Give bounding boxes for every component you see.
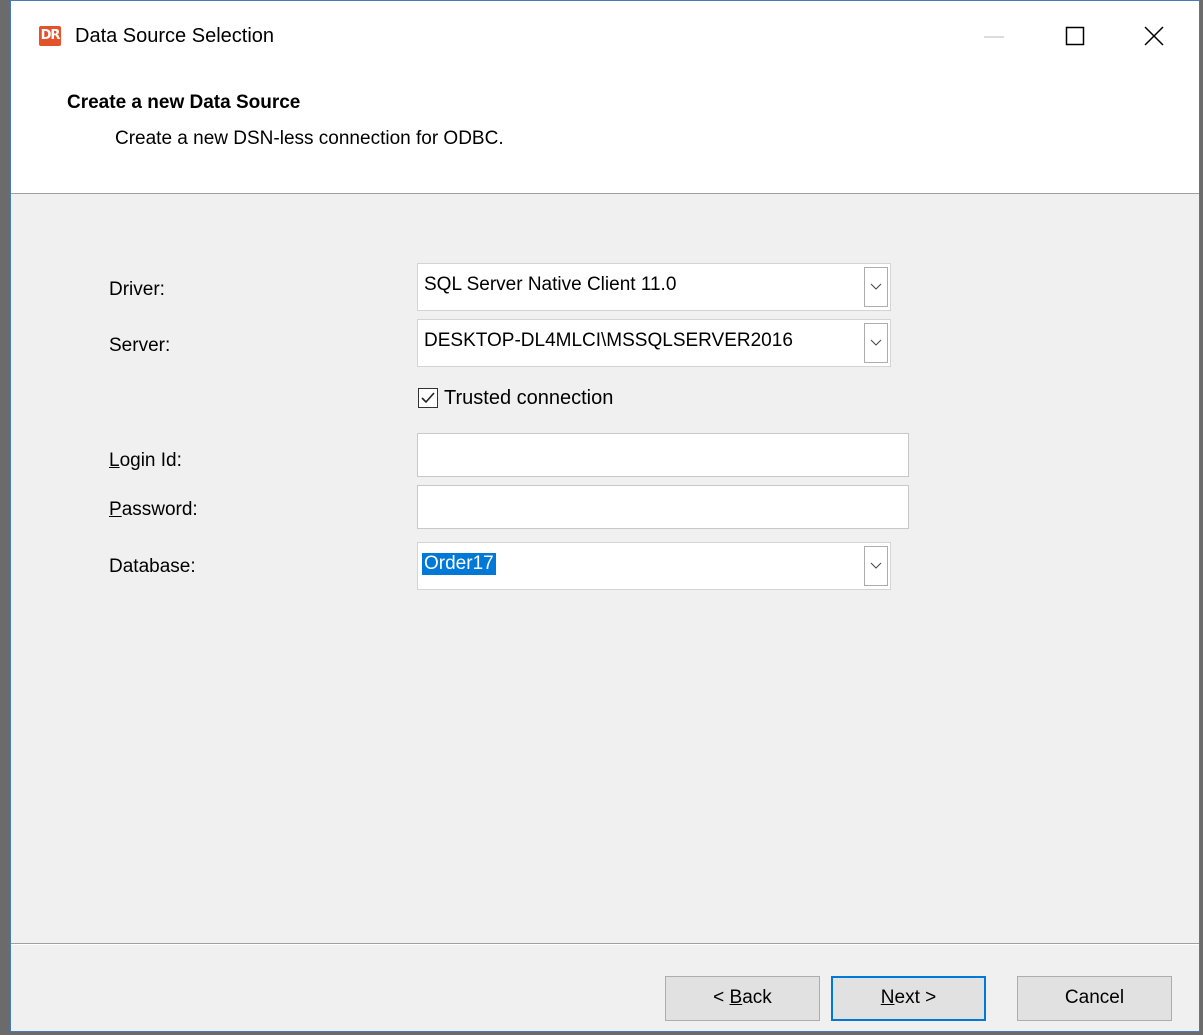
maximize-button[interactable] (1034, 1, 1114, 69)
next-button-label: ext > (894, 987, 937, 1008)
login-id-label-text: ogin Id: (119, 450, 182, 471)
driver-value: SQL Server Native Client 11.0 (424, 274, 677, 295)
chevron-down-icon (870, 562, 882, 569)
title-bar: DR Data Source Selection (11, 1, 1199, 69)
database-dropdown-button[interactable] (864, 546, 888, 586)
maximize-icon (1065, 26, 1085, 46)
login-id-label: Login Id: (109, 450, 182, 472)
wizard-header: Create a new Data Source Create a new DS… (11, 69, 1199, 194)
page-title: Create a new Data Source (67, 92, 301, 113)
footer-divider (11, 943, 1199, 945)
password-mnemonic: P (109, 499, 122, 520)
password-label: Password: (109, 499, 198, 521)
driver-select[interactable]: SQL Server Native Client 11.0 (417, 263, 891, 311)
database-select[interactable]: Order17 (417, 542, 891, 590)
driver-dropdown-button[interactable] (864, 267, 888, 307)
trusted-connection-checkbox[interactable] (418, 388, 438, 408)
server-label: Server: (109, 335, 171, 356)
database-value[interactable]: Order17 (422, 553, 496, 575)
close-button[interactable] (1114, 1, 1194, 69)
cancel-button[interactable]: Cancel (1017, 976, 1172, 1021)
login-id-mnemonic: L (109, 450, 120, 471)
chevron-down-icon (870, 339, 882, 346)
password-input[interactable] (417, 485, 909, 529)
trusted-connection-label: Trusted connection (444, 387, 614, 409)
chevron-down-icon (870, 283, 882, 290)
database-label: Database: (109, 556, 196, 577)
back-button-mnemonic: B (729, 987, 743, 1008)
back-button-prefix: < (713, 987, 730, 1008)
login-id-input[interactable] (417, 433, 909, 477)
server-value: DESKTOP-DL4MLCI\MSSQLSERVER2016 (424, 330, 793, 351)
window-title: Data Source Selection (75, 25, 275, 47)
close-icon (1144, 26, 1164, 46)
data-source-selection-window: DR Data Source Selection Create a new Da… (10, 0, 1200, 1032)
checkmark-icon (421, 392, 435, 404)
back-button[interactable]: < Back (665, 976, 820, 1021)
page-subtitle: Create a new DSN-less connection for ODB… (115, 128, 504, 149)
password-label-text: assword: (121, 499, 198, 520)
server-dropdown-button[interactable] (864, 323, 888, 363)
next-button-mnemonic: N (880, 987, 895, 1008)
app-logo-icon: DR (39, 26, 61, 46)
driver-label: Driver: (109, 279, 165, 300)
minimize-button[interactable] (954, 1, 1034, 69)
next-button[interactable]: Next > (831, 976, 986, 1021)
back-button-label: ack (742, 987, 772, 1008)
minimize-icon (984, 36, 1004, 38)
server-select[interactable]: DESKTOP-DL4MLCI\MSSQLSERVER2016 (417, 319, 891, 367)
